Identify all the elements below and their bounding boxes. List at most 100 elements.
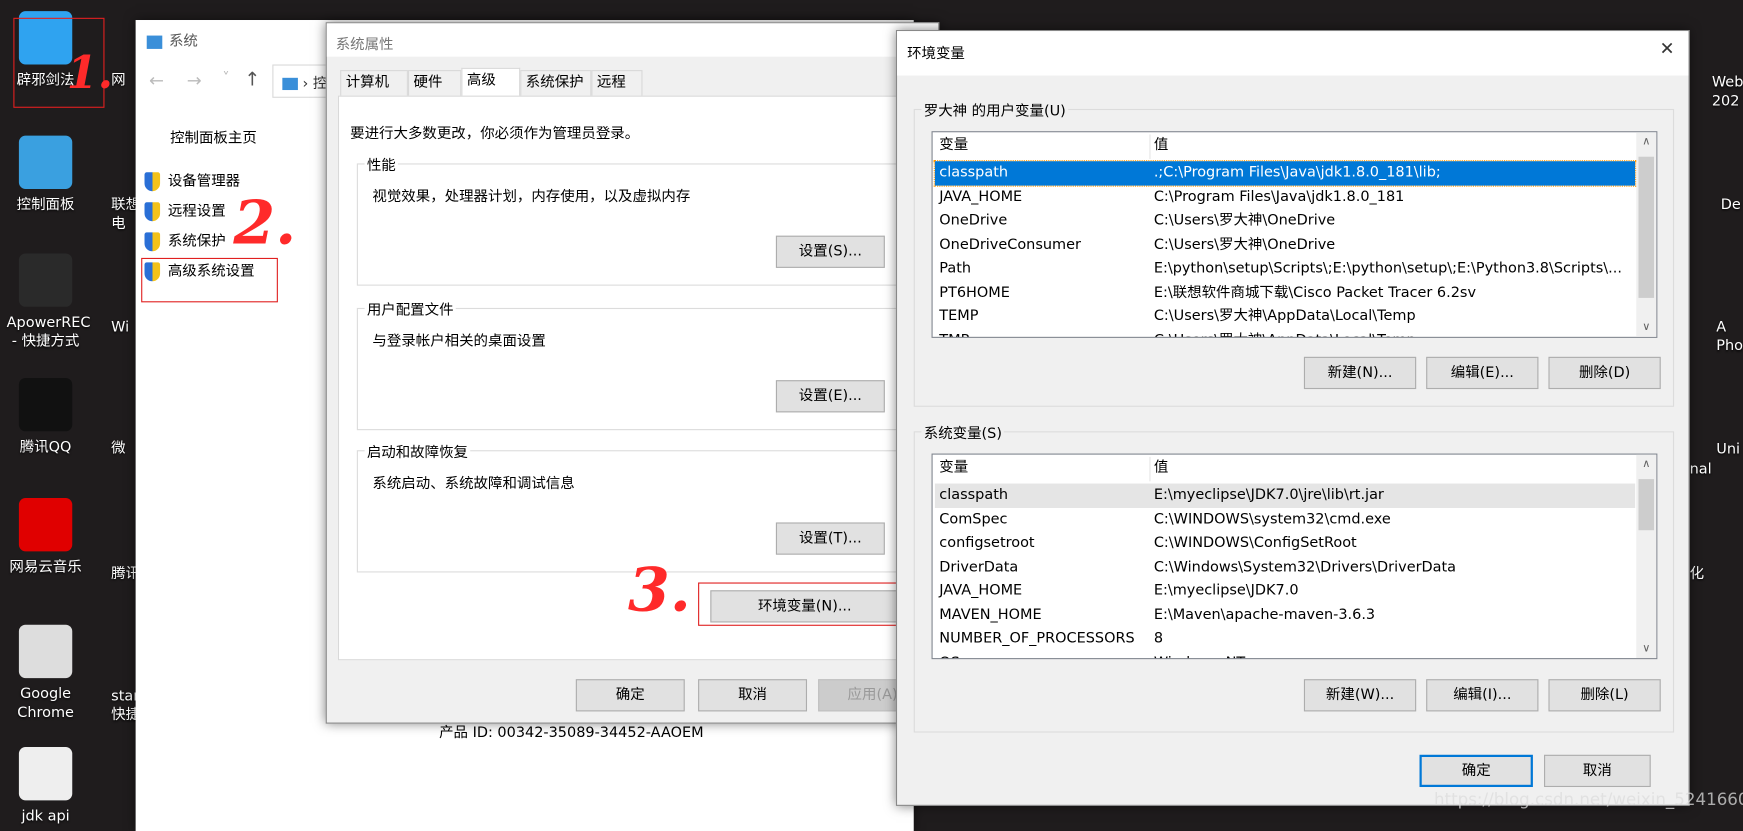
desktop-icon-partial[interactable]: Wi [96,318,140,337]
env-cancel-button[interactable]: 取消 [1544,754,1651,788]
table-row[interactable]: MAVEN_HOME E:\Maven\apache-maven-3.6.3 [935,603,1635,627]
table-row[interactable]: JAVA_HOME E:\myeclipse\JDK7.0 [935,579,1635,603]
desktop-icon-partial[interactable]: 腾讯 [96,565,140,584]
variable-name: configsetroot [939,534,1035,552]
env-ok-button[interactable]: 确定 [1419,754,1533,788]
desktop-icon-partial[interactable]: 联想电 [96,196,140,234]
variable-name: TMP [939,328,969,337]
annotation-step-2: 2. [233,186,297,258]
list-action-button[interactable]: 编辑(E)... [1426,356,1539,390]
list-action-button[interactable]: 删除(D) [1548,356,1661,390]
user-variables-group: 罗大神 的用户变量(U) 变量值 classpath .;C:\Program Fi… [913,98,1675,407]
list-action-button[interactable]: 新建(W)... [1303,679,1417,712]
table-row[interactable]: ComSpec C:\WINDOWS\system32\cmd.exe [935,507,1635,531]
list-action-button[interactable]: 删除(L) [1548,679,1661,712]
table-row[interactable]: DriverData C:\Windows\System32\Drivers\Dr… [935,555,1635,579]
table-row[interactable]: OneDriveConsumer C:\Users\罗大神\OneDrive [935,233,1635,257]
column-header-value[interactable]: 值 [1154,456,1168,479]
column-header-variable[interactable]: 变量 [939,133,968,156]
tab[interactable]: 计算机名 [340,70,408,116]
recent-dropdown-icon[interactable]: ˅ [222,70,229,87]
annotation-box-env [698,582,914,626]
table-row[interactable]: JAVA_HOME C:\Program Files\Java\jdk1.8.0_… [935,185,1635,209]
desktop-icon-partial[interactable]: 微 [96,439,140,458]
system-icon [146,35,163,49]
sidebar-link[interactable]: 远程设置 [144,199,226,222]
desktop-icon[interactable]: ApowerREC - 快捷方式 [7,253,90,351]
desktop-icon-partial[interactable]: Uni [1716,440,1743,459]
list-action-button[interactable]: 新建(N)... [1303,356,1417,390]
table-row[interactable]: Path E:\python\setup\Scripts\;E:\python\s… [935,257,1635,281]
admin-note: 要进行大多数更改，你必须作为管理员登录。 [350,125,640,143]
variable-value: E:\Maven\apache-maven-3.6.3 [1153,606,1376,624]
desktop-icon[interactable]: 腾讯QQ [7,377,85,457]
scrollbar-thumb[interactable] [1638,156,1655,298]
sidebar-link[interactable]: 设备管理器 [144,169,240,192]
variable-value: C:\Users\罗大神\AppData\Local\Temp [1153,307,1416,325]
app-icon [18,497,73,552]
tab[interactable]: 系统保护 [520,70,592,97]
settings-button[interactable]: 设置(E)... [775,380,885,413]
system-variables-list[interactable]: 变量 值 classpath E:\myeclipse\JDK7.0\jre\lib\… [931,453,1658,660]
variable-name: PT6HOME [939,284,1010,301]
back-icon[interactable]: ← [149,70,164,91]
sidebar-link[interactable]: 系统保护 [144,229,226,252]
desktop-icon-partial[interactable]: startu 快捷 [96,687,140,725]
table-row[interactable]: OS Windows_NT [935,651,1635,658]
variable-value: E:\python\setup\Scripts\;E:\python\setup… [1153,260,1622,277]
scrollbar[interactable]: ∧ ∨ [1636,132,1657,337]
shield-icon [144,172,161,192]
scrollbar[interactable]: ∧ ∨ [1636,454,1657,659]
desktop-icon-label: Google Chrome [17,685,74,722]
desktop-icon-partial[interactable]: 化 [1690,565,1723,584]
column-divider [1149,134,1151,159]
group-description: 视觉效果，处理器计划，内存使用，以及虚拟内存 [372,188,691,206]
cancel-button[interactable]: 取消 [698,679,808,712]
variable-value: C:\Users\罗大神\OneDrive [1153,236,1336,253]
tab[interactable]: 远程 [591,70,643,97]
close-icon[interactable]: ✕ [1660,38,1675,59]
tab[interactable]: 高级 [461,67,521,97]
system-variables-group: 系统变量(S) 变量值 classpath E:\myeclipse\JDK7.0\… [913,421,1675,733]
desktop: 辟邪剑法 控制面板 ApowerREC - 快捷方式 腾讯QQ 网易云音乐 Google … [0,0,1743,831]
desktop-icon-partial[interactable]: A Pho [1716,318,1743,356]
column-header-variable[interactable]: 变量 [939,456,968,479]
forward-icon[interactable]: → [187,70,202,91]
table-row[interactable]: TEMP C:\Users\罗大神\AppData\Local\Temp [935,305,1635,329]
scroll-down-icon[interactable]: ∨ [1636,643,1656,655]
variable-value: C:\Windows\System32\Drivers\DriverData [1153,558,1457,576]
settings-button[interactable]: 设置(T)... [775,522,885,555]
variable-name: MAVEN_HOME [939,606,1042,624]
table-row[interactable]: NUMBER_OF_PROCESSORS 8 [935,627,1635,651]
desktop-icon[interactable]: 控制面板 [7,135,85,215]
column-header-value[interactable]: 值 [1154,133,1168,156]
desktop-icon-partial[interactable]: nal [1690,460,1723,479]
scroll-up-icon[interactable]: ∧ [1636,136,1656,148]
scroll-down-icon[interactable]: ∨ [1636,321,1656,333]
scrollbar-thumb[interactable] [1638,479,1655,531]
table-row[interactable]: classpath .;C:\Program Files\Java\jdk1.8.… [933,160,1637,187]
table-row[interactable]: configsetroot C:\WINDOWS\ConfigSetRoot [935,531,1635,555]
variable-value: Windows_NT [1154,651,1245,658]
table-row[interactable]: PT6HOME E:\联想软件商城下载\Cisco Packet Tracer 6… [935,281,1635,305]
desktop-icon[interactable]: 网易云音乐 [7,497,85,577]
desktop-icon-partial[interactable]: Web 202 [1712,73,1743,111]
variable-name: JAVA_HOME [939,188,1023,206]
settings-button[interactable]: 设置(S)... [775,235,885,268]
desktop-icon[interactable]: Google Chrome [7,624,85,723]
tab[interactable]: 硬件 [407,70,462,97]
table-row[interactable]: classpath E:\myeclipse\JDK7.0\jre\lib\rt.… [934,483,1636,508]
ok-button[interactable]: 确定 [575,679,685,712]
up-icon[interactable]: ↑ [245,69,261,91]
desktop-icon-label: jdk api [21,808,70,825]
desktop-icon[interactable]: jdk api [7,746,85,826]
dialog-title: 系统属性 [335,36,394,54]
scroll-up-icon[interactable]: ∧ [1636,458,1656,470]
table-row[interactable]: TMP C:\Users\罗大神\AppData\Local\Temp [935,328,1635,337]
desktop-icon-partial[interactable]: De [1721,196,1743,215]
control-panel-home-link[interactable]: 控制面板主页 [170,126,257,147]
window-title: 系统 [168,33,198,51]
user-variables-list[interactable]: 变量 值 classpath .;C:\Program Files\Java\jdk1… [931,131,1658,338]
table-row[interactable]: OneDrive C:\Users\罗大神\OneDrive [935,209,1635,233]
list-action-button[interactable]: 编辑(I)... [1426,679,1539,712]
